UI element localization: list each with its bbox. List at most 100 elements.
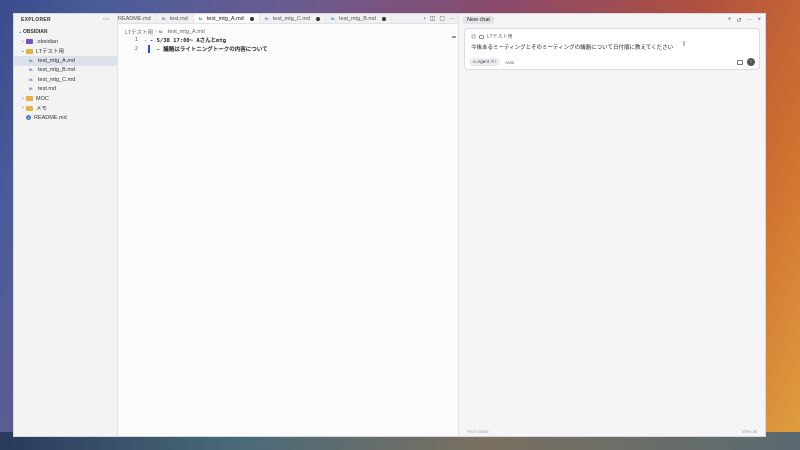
tree-item[interactable]: › MOC xyxy=(14,94,117,104)
workspace-title: OBSIDIAN xyxy=(23,29,48,35)
close-icon[interactable]: × xyxy=(757,17,761,24)
line-number: 2 xyxy=(134,45,138,52)
tab-label: test_mtg_C.md xyxy=(272,15,311,22)
send-group: ↑ xyxy=(737,58,755,66)
tab-list: README.md M↓ test.md M↓ test_mtg_A.md M↓ test_… xyxy=(118,14,393,23)
image-icon[interactable] xyxy=(737,59,743,65)
tree-item[interactable]: M↓ test.md xyxy=(14,85,117,95)
chevron-right-icon: › xyxy=(155,28,157,35)
markdown-icon: M↓ xyxy=(198,16,204,21)
folder-icon xyxy=(479,34,485,39)
tree-item[interactable]: M↓ test_mtg_C.md xyxy=(14,75,117,85)
breadcrumb: LTテスト用 › M↓ test_mtg_A.md xyxy=(118,27,458,36)
code-line[interactable]: 1 ⌄ - 5/30 17:00~ Aさんとmtg xyxy=(118,36,458,45)
history-icon[interactable]: ↺ xyxy=(736,17,741,24)
tree-item[interactable]: ⌄ LTテスト用 xyxy=(14,47,117,57)
text-cursor-icon: I xyxy=(683,41,685,48)
folder-icon xyxy=(26,39,33,45)
chat-footer: Past chats › View all xyxy=(467,429,757,434)
tab-label: test_mtg_B.md xyxy=(339,15,377,22)
markdown-icon: M↓ xyxy=(29,58,34,63)
more-icon[interactable]: ··· xyxy=(746,17,752,24)
workspace-section[interactable]: ⌄ OBSIDIAN xyxy=(14,27,117,37)
unsaved-dot-icon[interactable] xyxy=(316,16,321,21)
tab-label: test_mtg_A.md xyxy=(206,15,244,22)
tree-item-label: test_mtg_B.md xyxy=(38,67,75,74)
split-editor-icon[interactable]: ◫ xyxy=(430,15,436,22)
tree-item-label: .obsidian xyxy=(36,38,59,45)
context-label: LTテスト用 xyxy=(487,34,513,40)
send-button[interactable]: ↑ xyxy=(747,58,755,66)
code-line[interactable]: 2 - 議題はライトニングトークの内容について xyxy=(118,44,458,53)
more-icon[interactable]: ··· xyxy=(449,16,455,22)
tab-actions: › ◫ ▢ ··· xyxy=(420,14,455,23)
past-chats-link[interactable]: Past chats › xyxy=(467,429,491,434)
past-chats-label: Past chats xyxy=(467,429,489,434)
tree-item[interactable]: › .obsidian xyxy=(14,37,117,47)
view-all-link[interactable]: View all xyxy=(742,429,757,434)
tab-label: test.md xyxy=(169,15,188,22)
chat-panel: New chat + ↺ ··· × @ LTテスト用 今後あるミーティングとそ… xyxy=(459,14,765,436)
markdown-icon: M↓ xyxy=(29,77,34,82)
tree-item[interactable]: › メモ xyxy=(14,104,117,114)
tab-overflow-icon[interactable]: › xyxy=(424,16,426,22)
add-icon[interactable]: + xyxy=(728,17,732,24)
tree-item-label: LTテスト用 xyxy=(36,49,65,56)
unsaved-dot-icon[interactable] xyxy=(382,16,387,21)
folder-icon xyxy=(26,105,33,111)
editor-tab[interactable]: README.md xyxy=(118,14,157,23)
tree-item-label: test_mtg_A.md xyxy=(38,57,75,64)
mode-group: ∞ Agent ⌘I Auto xyxy=(469,58,514,66)
folder-icon xyxy=(26,48,33,54)
explorer-sidebar: EXPLORER ··· ⌄ OBSIDIAN › .obsidian ⌄ LTテスト… xyxy=(14,14,118,436)
mode-shortcut: ⌘I xyxy=(490,59,497,64)
markdown-icon: M↓ xyxy=(29,68,34,73)
editor-tab[interactable]: M↓ test_mtg_C.md xyxy=(260,14,327,23)
editor-tab[interactable]: M↓ test.md xyxy=(157,14,194,23)
editor-window: EXPLORER ··· ⌄ OBSIDIAN › .obsidian ⌄ LTテスト… xyxy=(13,13,766,437)
file-tree: › .obsidian ⌄ LTテスト用 M↓ test_mtg_A.md M↓ test_m… xyxy=(14,37,117,123)
editor-pane: README.md M↓ test.md M↓ test_mtg_A.md M↓ test_… xyxy=(118,14,459,436)
breadcrumb-file[interactable]: test_mtg_A.md xyxy=(168,29,205,35)
explorer-title: EXPLORER xyxy=(21,17,51,23)
tree-item-label: MOC xyxy=(36,95,49,102)
chat-controls: ∞ Agent ⌘I Auto ↑ xyxy=(469,58,755,66)
text-cursor xyxy=(148,44,150,53)
chat-input[interactable]: 今後あるミーティングとそのミーティングの議題について日付順に教えてください xyxy=(471,43,673,51)
code-area[interactable]: 1 ⌄ - 5/30 17:00~ Aさんとmtg 2 - 議題はライトニングトークの… xyxy=(118,36,458,53)
tab-label: README.md xyxy=(118,15,151,22)
markdown-icon: M↓ xyxy=(264,16,270,21)
editor-tabs: README.md M↓ test.md M↓ test_mtg_A.md M↓ test_… xyxy=(118,14,458,24)
tree-item[interactable]: i README.md xyxy=(14,113,117,123)
context-chip[interactable]: @ LTテスト用 xyxy=(471,33,513,41)
chat-tab-bar: New chat + ↺ ··· × xyxy=(459,15,765,25)
tree-item-label: メモ xyxy=(36,106,48,113)
scrollbar[interactable] xyxy=(452,36,456,38)
unsaved-dot-icon[interactable] xyxy=(249,16,254,21)
tree-item[interactable]: M↓ test_mtg_A.md xyxy=(14,56,117,66)
editor-tab[interactable]: M↓ test_mtg_A.md xyxy=(193,14,260,23)
breadcrumb-folder[interactable]: LTテスト用 xyxy=(125,28,153,36)
markdown-icon: M↓ xyxy=(161,16,167,21)
mode-label: Agent xyxy=(477,59,489,64)
chat-tab-new[interactable]: New chat xyxy=(463,16,494,24)
explorer-header: EXPLORER ··· xyxy=(14,15,117,25)
agent-mode-selector[interactable]: ∞ Agent ⌘I xyxy=(469,58,501,66)
editor-tab[interactable]: M↓ test_mtg_B.md xyxy=(326,14,393,23)
tree-item[interactable]: M↓ test_mtg_B.md xyxy=(14,66,117,76)
markdown-icon: M↓ xyxy=(29,87,34,92)
markdown-icon: M↓ xyxy=(158,29,164,34)
line-number: 1 xyxy=(134,37,138,44)
preview-icon[interactable]: ▢ xyxy=(439,15,445,22)
chat-input-box[interactable]: @ LTテスト用 今後あるミーティングとそのミーティングの議題について日付順に教… xyxy=(464,28,760,70)
tree-item-label: test.md xyxy=(38,86,57,93)
tree-item-label: README.md xyxy=(34,114,67,121)
line-text: - 議題はライトニングトークの内容について xyxy=(150,46,268,53)
line-text: - 5/30 17:00~ Aさんとmtg xyxy=(150,38,227,45)
markdown-icon: M↓ xyxy=(331,16,336,21)
at-icon: @ xyxy=(471,33,477,40)
model-selector[interactable]: Auto xyxy=(505,60,514,65)
more-actions-icon[interactable]: ··· xyxy=(103,17,110,23)
info-icon: i xyxy=(26,115,31,121)
chat-actions: + ↺ ··· × xyxy=(728,17,761,24)
